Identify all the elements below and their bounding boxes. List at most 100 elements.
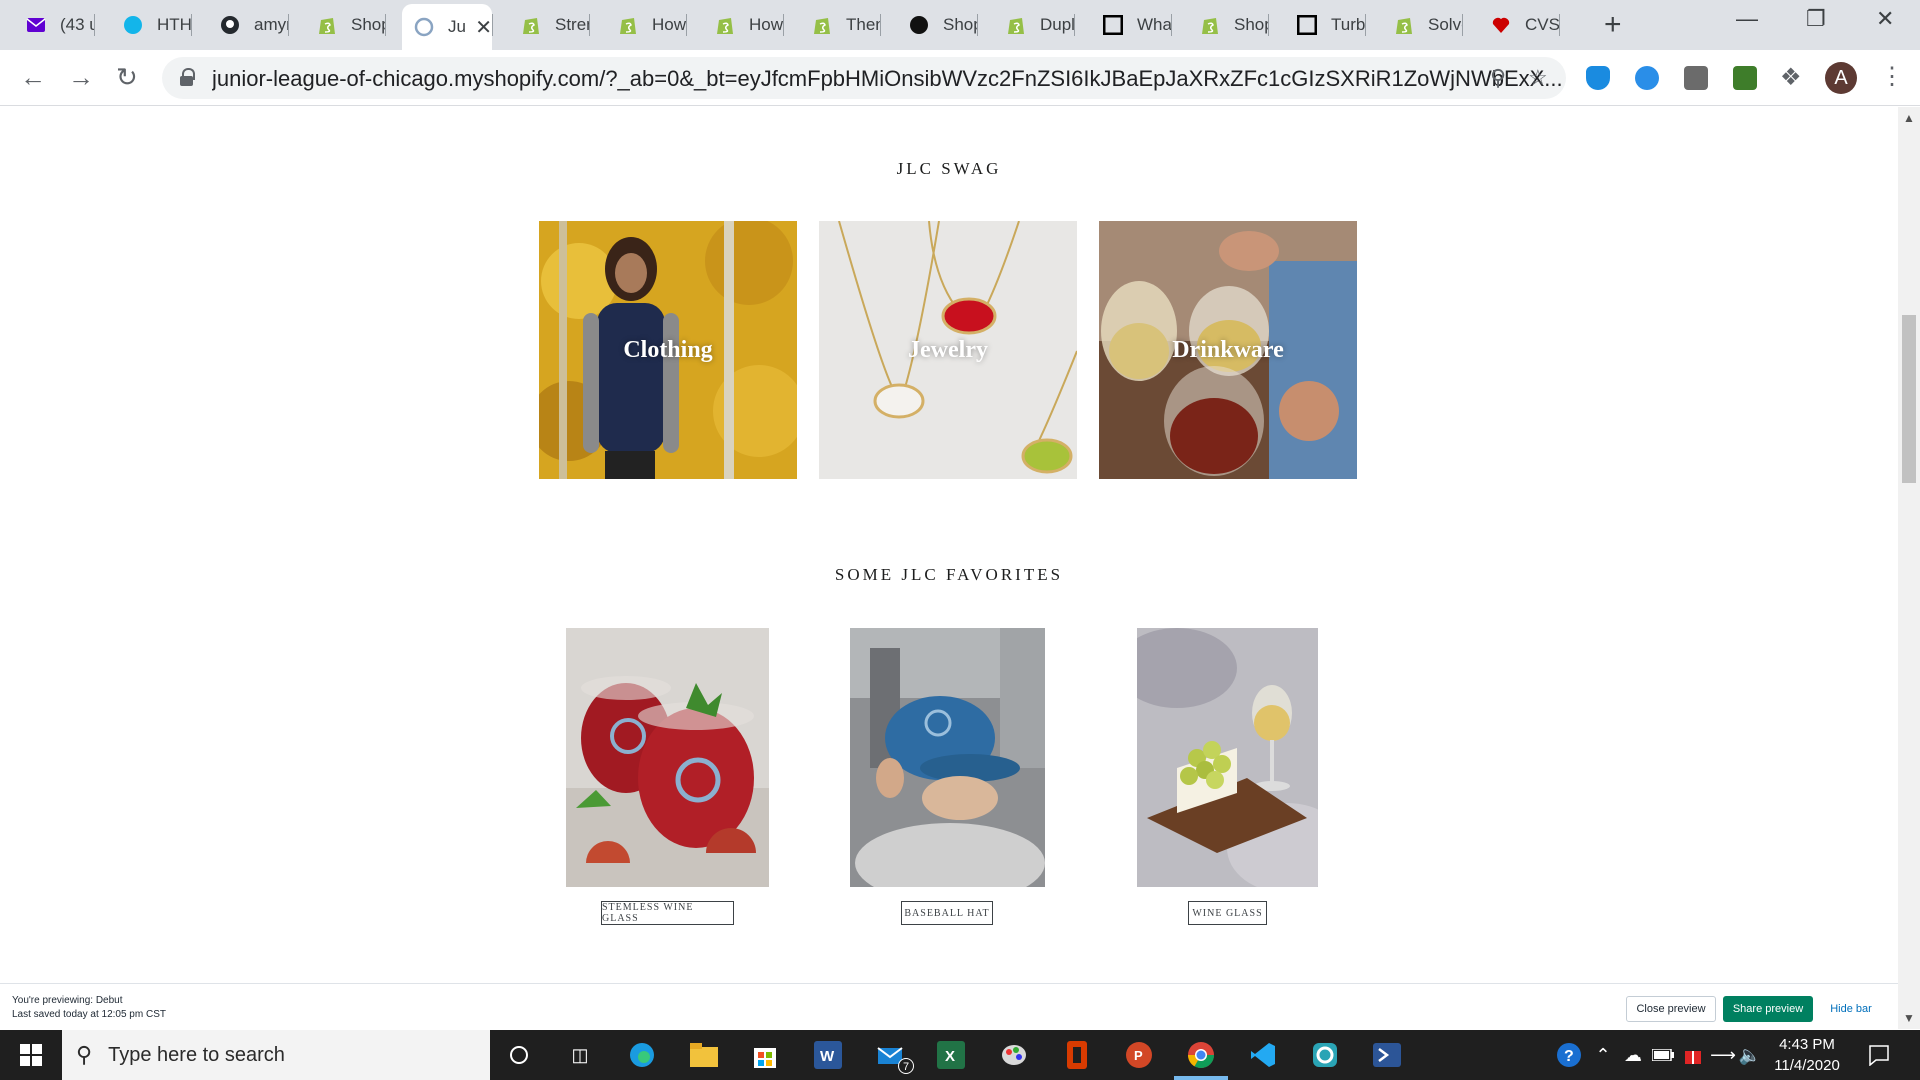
paint-icon[interactable] — [999, 1040, 1029, 1070]
hide-bar-link[interactable]: Hide bar — [1823, 996, 1879, 1022]
word-icon[interactable]: W — [813, 1040, 843, 1070]
powershell-icon[interactable] — [1372, 1040, 1402, 1070]
shopify-icon — [1200, 15, 1220, 35]
new-tab-icon[interactable]: + — [1604, 8, 1622, 42]
taskbar-clock[interactable]: 4:43 PM 11/4/2020 — [1764, 1034, 1850, 1076]
browser-tab-label: Shop — [943, 15, 977, 34]
shopify-icon — [1394, 15, 1414, 35]
xero-icon — [123, 15, 143, 35]
scroll-up-arrow-icon[interactable]: ▲ — [1903, 111, 1915, 125]
browser-tab[interactable]: Then — [800, 4, 880, 46]
browser-tab[interactable]: Dupli — [994, 4, 1074, 46]
office-icon[interactable] — [1062, 1040, 1092, 1070]
product-image-baseball-hat[interactable] — [850, 628, 1045, 887]
browser-tab-label: What — [1137, 15, 1171, 34]
file-explorer-icon[interactable] — [689, 1040, 719, 1070]
clock-date: 11/4/2020 — [1774, 1057, 1840, 1074]
collection-drinkware[interactable]: Drinkware — [1099, 221, 1357, 479]
windows-start-icon[interactable] — [16, 1040, 46, 1070]
chrome-icon[interactable] — [1186, 1040, 1216, 1070]
browser-tab[interactable]: Shop — [305, 4, 385, 46]
reload-icon[interactable]: ↻ — [116, 62, 138, 93]
browser-tab-label: Ju — [448, 17, 466, 36]
help-icon[interactable]: ? — [1554, 1040, 1584, 1070]
onedrive-icon[interactable]: ☁ — [1618, 1040, 1648, 1070]
close-preview-button[interactable]: Close preview — [1626, 996, 1716, 1022]
close-tab-icon[interactable]: ✕ — [475, 15, 492, 40]
location-extension-icon[interactable] — [1635, 66, 1659, 90]
more-menu-icon[interactable]: ⋮ — [1880, 62, 1904, 91]
browser-tab-label: HTH, — [157, 15, 191, 34]
browser-tab-label: Stren — [555, 15, 589, 34]
gift-icon[interactable] — [1678, 1040, 1708, 1070]
volume-icon[interactable]: 🔈 — [1735, 1040, 1765, 1070]
browser-tab-label: (43 u — [60, 15, 94, 34]
glasses-extension-icon[interactable] — [1733, 66, 1757, 90]
search-icon: ⚲ — [76, 1042, 93, 1067]
browser-tab[interactable]: Shop — [897, 4, 977, 46]
svg-text:P: P — [1134, 1048, 1143, 1063]
mail-badge: 7 — [898, 1058, 914, 1074]
tab-strip: (43 u HTH, amyn Shop Ju ✕ Stren How How Then Shop D… — [0, 0, 1920, 50]
url-text[interactable]: junior-league-of-chicago.myshopify.com/?… — [212, 66, 1622, 92]
browser-tab[interactable]: Ju ✕ — [402, 4, 492, 50]
collection-jewelry[interactable]: Jewelry — [819, 221, 1077, 479]
close-window-icon[interactable]: ✕ — [1876, 6, 1894, 32]
teams-like-icon[interactable] — [1310, 1040, 1340, 1070]
browser-tab[interactable]: Solve — [1382, 4, 1462, 46]
minimize-window-icon[interactable]: — — [1736, 6, 1758, 32]
vscode-icon[interactable] — [1248, 1040, 1278, 1070]
browser-tab[interactable]: Shop — [1188, 4, 1268, 46]
tab-separator — [589, 14, 590, 36]
microsoft-store-icon[interactable] — [750, 1040, 780, 1070]
restore-window-icon[interactable]: ❐ — [1806, 6, 1826, 32]
browser-tab[interactable]: Stren — [509, 4, 589, 46]
github-icon — [220, 15, 240, 35]
share-preview-button[interactable]: Share preview — [1723, 996, 1813, 1022]
page-scrollbar[interactable]: ▲ ▼ — [1898, 107, 1920, 1029]
edge-icon[interactable] — [627, 1040, 657, 1070]
profile-avatar[interactable]: A — [1825, 62, 1857, 94]
shopify-preview-bar: You're previewing: Debut Last saved toda… — [0, 983, 1898, 1029]
browser-tab[interactable]: HTH, — [111, 4, 191, 46]
tab-separator — [288, 14, 289, 36]
svg-text:?: ? — [1564, 1048, 1574, 1065]
flag-extension-icon[interactable] — [1684, 66, 1708, 90]
back-arrow-icon[interactable]: ← — [20, 62, 46, 93]
forward-arrow-icon[interactable]: → — [68, 62, 94, 93]
wifi-icon[interactable]: ⟶ — [1708, 1040, 1738, 1070]
product-button-stemless-wine-glass[interactable]: STEMLESS WINE GLASS — [601, 901, 734, 925]
scroll-down-arrow-icon[interactable]: ▼ — [1903, 1011, 1915, 1025]
browser-tab-label: Turbo — [1331, 15, 1365, 34]
product-image-stemless-wine-glass[interactable] — [566, 628, 769, 887]
browser-tab[interactable]: (43 u — [14, 4, 94, 46]
cortana-icon[interactable] — [504, 1040, 534, 1070]
browser-tab[interactable]: How — [606, 4, 686, 46]
lock-icon[interactable] — [180, 68, 195, 86]
collection-clothing[interactable]: Clothing — [539, 221, 797, 479]
product-button-wine-glass[interactable]: WINE GLASS — [1188, 901, 1267, 925]
browser-tab-label: Shop — [1234, 15, 1268, 34]
browser-tab-label: CVS | — [1525, 15, 1559, 34]
browser-tab[interactable]: What — [1091, 4, 1171, 46]
browser-tab[interactable]: amyn — [208, 4, 288, 46]
bookmark-star-icon[interactable]: ☆ — [1528, 65, 1548, 91]
taskbar-search-box[interactable]: ⚲ Type here to search — [62, 1030, 490, 1080]
task-view-icon[interactable]: ◫ — [565, 1040, 595, 1070]
browser-tab[interactable]: CVS | — [1479, 4, 1559, 46]
shield-extension-icon[interactable] — [1586, 66, 1610, 90]
browser-tab[interactable]: Turbo — [1285, 4, 1365, 46]
address-bar[interactable]: junior-league-of-chicago.myshopify.com/?… — [162, 57, 1566, 99]
puzzle-extensions-icon[interactable]: ❖ — [1780, 63, 1802, 92]
product-image-wine-glass[interactable] — [1137, 628, 1318, 887]
notifications-icon[interactable] — [1864, 1040, 1894, 1070]
powerpoint-icon[interactable]: P — [1124, 1040, 1154, 1070]
zoom-icon[interactable]: ⚲ — [1490, 65, 1506, 91]
excel-icon[interactable]: X — [936, 1040, 966, 1070]
product-button-baseball-hat[interactable]: BASEBALL HAT — [901, 901, 993, 925]
show-hidden-icons-chevron[interactable]: ⌃ — [1588, 1040, 1618, 1070]
collection-label-jewelry: Jewelry — [908, 336, 988, 363]
scrollbar-thumb[interactable] — [1902, 315, 1916, 483]
browser-tab[interactable]: How — [703, 4, 783, 46]
battery-icon[interactable] — [1648, 1040, 1678, 1070]
